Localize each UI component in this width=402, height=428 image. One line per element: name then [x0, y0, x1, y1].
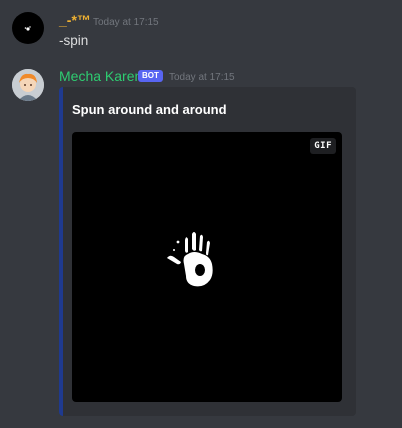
user-avatar[interactable] [12, 12, 44, 44]
message-content: -spin [59, 33, 89, 48]
bot-avatar[interactable] [12, 69, 44, 101]
timestamp: Today at 17:15 [93, 17, 159, 28]
white-handprint-icon [167, 232, 213, 287]
embed-title: Spun around and around [72, 102, 227, 117]
bot-tag: BOT [138, 70, 163, 82]
anime-girl-avatar-icon [12, 69, 44, 101]
avatar-glyph-icon [24, 26, 31, 31]
embed-gif[interactable]: GIF [72, 132, 342, 402]
embed: Spun around and around GIF [59, 87, 356, 416]
gif-badge: GIF [310, 138, 336, 154]
message-1: _-*™ Today at 17:15 -spin [0, 0, 402, 60]
bot-timestamp: Today at 17:15 [169, 72, 235, 83]
username[interactable]: _-*™ [59, 12, 91, 28]
bot-username[interactable]: Mecha Karen [59, 68, 142, 84]
